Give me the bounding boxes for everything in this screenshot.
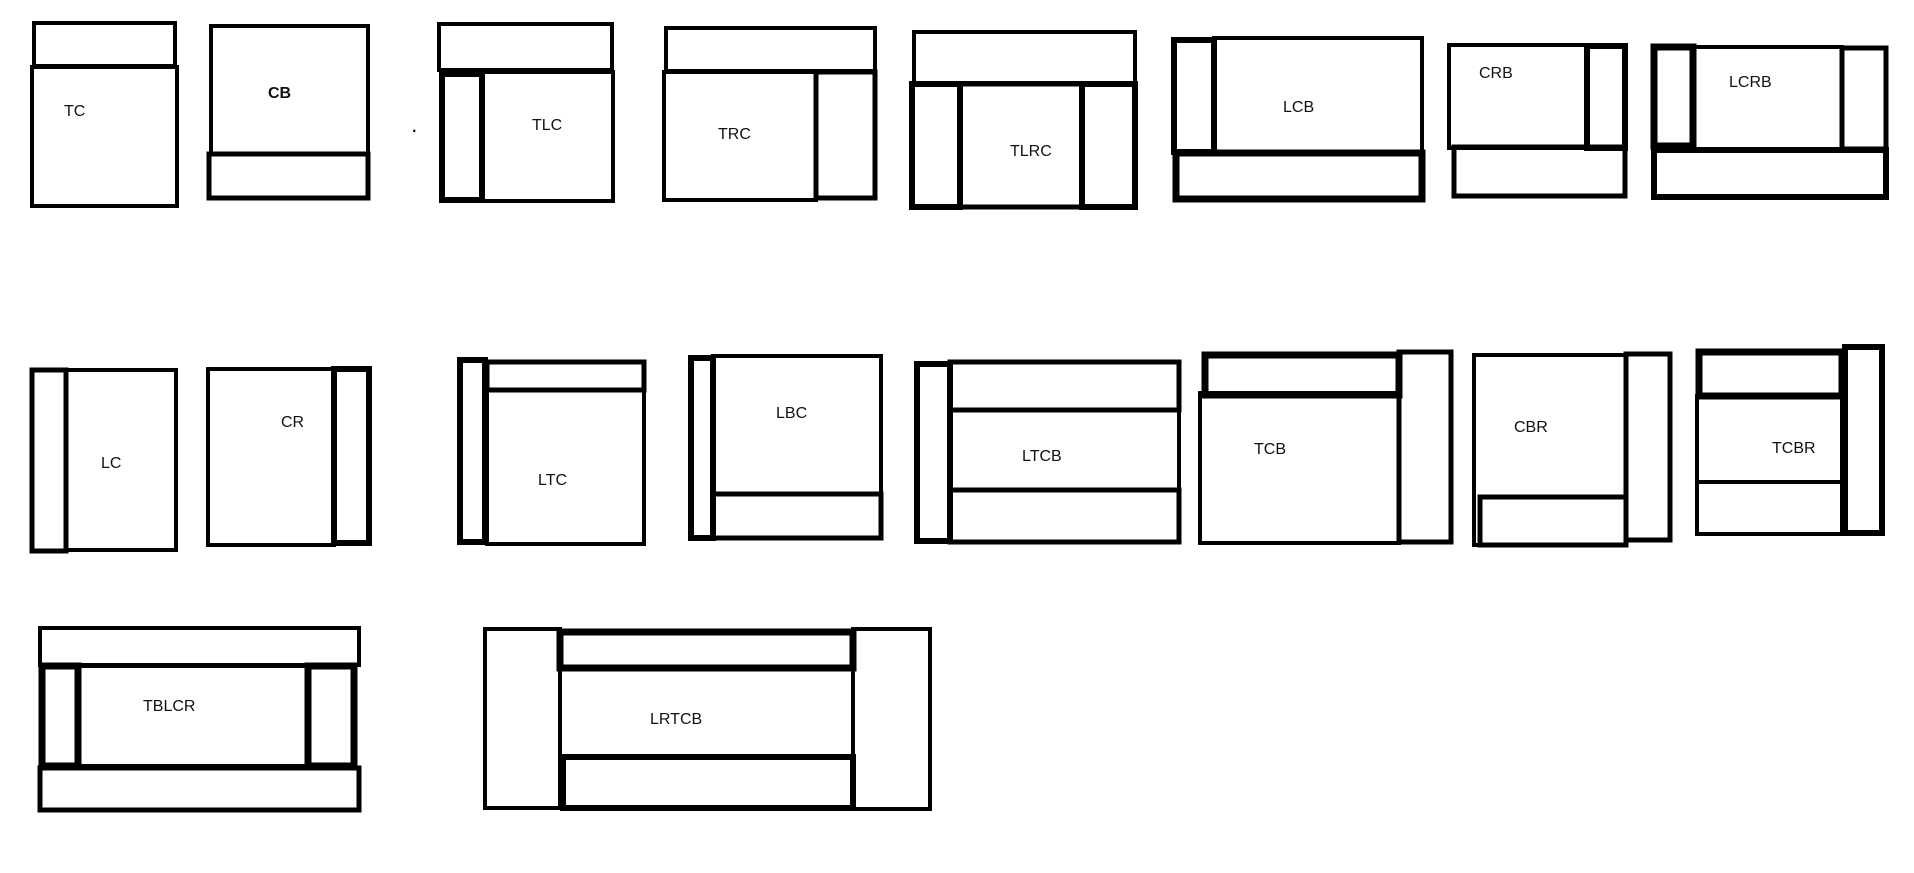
- tcbr-right-panel: [1842, 344, 1885, 536]
- layout-lcrb: LCRB: [1650, 43, 1889, 200]
- lrtcb-left-panel: [483, 627, 562, 810]
- tcb-right-panel: [1396, 349, 1454, 545]
- lcb-label: LCB: [1283, 99, 1314, 116]
- tlrc-top-panel: [912, 30, 1137, 85]
- lcrb-center-panel: [1691, 45, 1844, 152]
- tblcr-label: TBLCR: [143, 698, 195, 715]
- ltcb-top-panel: [947, 359, 1182, 413]
- stray-dot-mark: ·: [412, 123, 417, 140]
- tc-top-panel: [32, 21, 177, 68]
- tcbr-center-panel: [1695, 394, 1844, 484]
- tcb-top-panel: [1201, 351, 1403, 399]
- tblcr-bottom-panel: [37, 765, 362, 813]
- tblcr-center-panel: [76, 664, 310, 768]
- ltc-center-panel: [485, 388, 646, 546]
- layout-diagram-canvas: TC CB · TLC TRC TLRC LCB CRB LCRB LC CR …: [29, 21, 1889, 813]
- tlc-label: TLC: [532, 117, 562, 134]
- layout-cbr: CBR: [1472, 351, 1673, 548]
- ltcb-center-panel: [948, 408, 1181, 492]
- lrtcb-right-panel: [851, 627, 932, 811]
- lrtcb-label: LRTCB: [650, 711, 702, 728]
- cr-label: CR: [281, 414, 304, 431]
- lrtcb-bottom-panel: [560, 754, 856, 811]
- crb-right-panel: [1584, 43, 1628, 151]
- tcbr-top-panel: [1695, 348, 1846, 400]
- layout-tcb: TCB: [1198, 349, 1454, 545]
- layout-trc: TRC: [662, 26, 878, 202]
- lbc-bottom-panel: [710, 491, 884, 541]
- ltc-left-panel: [457, 357, 488, 545]
- tlc-top-panel: [437, 22, 614, 72]
- tcbr-label: TCBR: [1772, 440, 1816, 457]
- ltcb-bottom-panel: [947, 487, 1182, 545]
- lc-label: LC: [101, 455, 121, 472]
- ltc-label: LTC: [538, 472, 567, 489]
- layout-tblcr: TBLCR: [37, 626, 362, 813]
- tblcr-right-panel: [304, 662, 358, 770]
- layout-tc: TC: [30, 21, 179, 208]
- layout-tcbr: TCBR: [1695, 344, 1885, 536]
- tlc-center-panel: [480, 70, 615, 203]
- tlrc-left-panel: [909, 81, 963, 210]
- tcb-label: TCB: [1254, 441, 1286, 458]
- crb-label: CRB: [1479, 65, 1513, 82]
- lcrb-label: LCRB: [1729, 74, 1772, 91]
- layout-cr: CR: [206, 366, 372, 547]
- cbr-center-panel: [1472, 353, 1628, 547]
- ltcb-label: LTCB: [1022, 448, 1062, 465]
- lbc-center-panel: [711, 354, 883, 496]
- tc-label: TC: [64, 103, 85, 120]
- layout-tlrc: TLRC: [909, 30, 1138, 210]
- lc-left-panel: [29, 367, 69, 554]
- tlrc-label: TLRC: [1010, 143, 1052, 160]
- cbr-bottom-panel: [1477, 494, 1629, 548]
- layout-tlc: TLC: [437, 22, 615, 203]
- tblcr-top-panel: [38, 626, 361, 667]
- lcb-left-panel: [1171, 37, 1217, 155]
- tblcr-left-panel: [38, 662, 82, 770]
- cbr-label: CBR: [1514, 419, 1548, 436]
- tc-center-panel: [30, 65, 179, 208]
- trc-top-panel: [664, 26, 877, 73]
- ltc-top-panel: [484, 359, 647, 393]
- lrtcb-top-panel: [556, 628, 857, 672]
- lcrb-bottom-panel: [1651, 147, 1889, 200]
- lcb-center-panel: [1212, 36, 1424, 154]
- lcrb-left-panel: [1650, 43, 1697, 150]
- cr-center-panel: [206, 367, 336, 547]
- layout-ltc: LTC: [457, 357, 647, 546]
- lrtcb-center-panel: [558, 666, 855, 758]
- cb-bottom-panel: [206, 151, 371, 201]
- cbr-right-panel: [1623, 351, 1673, 543]
- lbc-left-panel: [688, 355, 716, 541]
- tcbr-bottom-panel: [1695, 480, 1844, 536]
- crb-bottom-panel: [1451, 144, 1628, 199]
- cb-label: CB: [268, 85, 291, 102]
- ltcb-left-panel: [914, 361, 953, 544]
- layout-ltcb: LTCB: [914, 359, 1182, 545]
- layout-lbc: LBC: [688, 354, 884, 541]
- layout-lcb: LCB: [1171, 36, 1426, 203]
- layout-cb: CB: [206, 24, 371, 201]
- lbc-label: LBC: [776, 405, 807, 422]
- trc-right-panel: [813, 69, 878, 201]
- lcrb-right-panel: [1839, 45, 1889, 152]
- trc-label: TRC: [718, 126, 751, 143]
- lcb-bottom-panel: [1172, 149, 1426, 203]
- layout-lc: LC: [29, 367, 178, 554]
- tlc-left-panel: [439, 71, 485, 203]
- layout-crb: CRB: [1447, 43, 1628, 199]
- tlrc-right-panel: [1079, 81, 1138, 210]
- layout-lrtcb: LRTCB: [483, 627, 932, 811]
- tcb-center-panel: [1198, 391, 1401, 545]
- cr-right-panel: [331, 366, 372, 546]
- crb-center-panel: [1447, 43, 1589, 150]
